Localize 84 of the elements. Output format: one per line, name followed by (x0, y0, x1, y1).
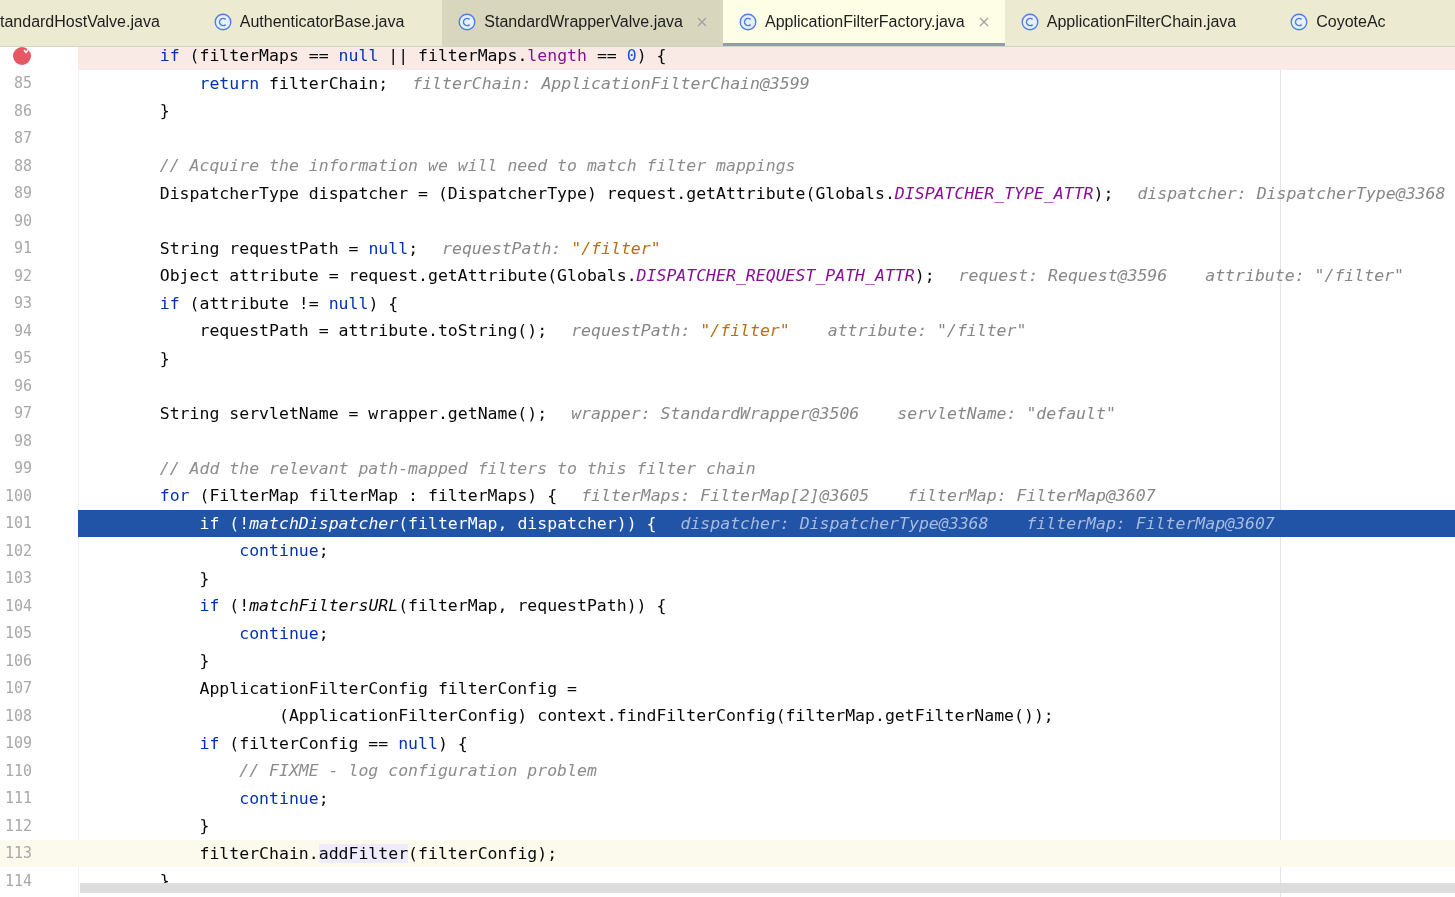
close-icon[interactable] (697, 16, 707, 27)
line-number: 93 (13, 294, 32, 313)
code-line: if (!matchDispatcher(filterMap, dispatcher)) { (199, 513, 657, 533)
inline-value-hint: servletName: "default" (897, 403, 1116, 423)
class-icon (739, 12, 757, 31)
line-number: 105 (4, 624, 32, 643)
breakpoint-icon[interactable] (12, 47, 32, 66)
code-line: // Add the relevant path-mapped filters to this filter chain (159, 458, 756, 478)
line-number: 88 (13, 156, 32, 175)
code-line: // Acquire the information we will need to match filter mappings (159, 156, 796, 176)
code-line: requestPath = attribute.toString(); (199, 321, 548, 341)
horizontal-scrollbar[interactable] (80, 883, 1455, 893)
line-number: 106 (4, 651, 32, 670)
code-line: } (199, 651, 210, 671)
code-line: continue; (239, 623, 329, 643)
inline-value-hint: requestPath: "/filter" (571, 321, 790, 341)
line-number: 109 (4, 734, 32, 753)
code-line: if (filterMaps == null || filterMaps.length == 0) { (159, 47, 667, 66)
inline-value-hint: filterMaps: FilterMap[2]@3605 (581, 486, 870, 506)
line-number: 95 (13, 349, 32, 368)
line-number: 90 (13, 211, 32, 230)
code-line: ApplicationFilterConfig filterConfig = (199, 678, 577, 698)
line-number: 85 (13, 74, 32, 93)
line-number: 101 (4, 514, 32, 533)
inline-value-hint: dispatcher: DispatcherType@3368 (1137, 183, 1446, 203)
code-line: if (filterConfig == null) { (199, 733, 468, 753)
editor-tab[interactable]: StandardWrapperValve.java (442, 0, 723, 46)
code-line: return filterChain; (199, 73, 389, 93)
line-number: 86 (13, 101, 32, 120)
line-number: 111 (4, 789, 32, 808)
line-number: 87 (13, 129, 32, 148)
inline-value-hint: filterMap: FilterMap@3607 (907, 486, 1156, 506)
code-line: // FIXME - log configuration problem (239, 761, 597, 781)
line-number: 102 (4, 541, 32, 560)
inline-value-hint: wrapper: StandardWrapper@3506 (571, 403, 860, 423)
code-line: } (199, 816, 210, 836)
code-line: Object attribute = request.getAttribute(Globals.DISPATCHER_REQUEST_PATH_ATTR); (159, 266, 935, 286)
class-icon (458, 12, 477, 31)
line-number: 110 (4, 761, 32, 780)
code-line: (ApplicationFilterConfig) context.findFilterConfig(filterMap.getFilterName()); (278, 706, 1054, 726)
line-number: 94 (13, 321, 32, 340)
inline-value-hint: dispatcher: DispatcherType@3368 (680, 513, 989, 533)
line-number: 100 (4, 486, 32, 505)
code-line: filterChain.addFilter(filterConfig); (199, 843, 558, 863)
line-number: 103 (4, 569, 32, 588)
line-number: 113 (4, 844, 32, 863)
code-line: if (attribute != null) { (159, 293, 399, 313)
class-icon (1020, 12, 1039, 31)
inline-value-hint: attribute: "/filter" (827, 321, 1027, 341)
line-number: 98 (13, 431, 32, 450)
inline-value-hint: filterMap: FilterMap@3607 (1026, 513, 1275, 533)
class-icon (1290, 12, 1309, 31)
inline-value-hint: attribute: "/filter" (1205, 266, 1404, 286)
close-icon[interactable] (978, 16, 989, 27)
line-number: 89 (13, 184, 32, 203)
code-line: } (159, 101, 170, 121)
inline-value-hint: request: Request@3596 (958, 266, 1168, 286)
editor-tab[interactable]: CoyoteAc (1274, 0, 1424, 46)
code-line: if (!matchFiltersURL(filterMap, requestPath)) { (199, 596, 667, 616)
line-number: 112 (4, 816, 32, 835)
code-line: for (FilterMap filterMap : filterMaps) { (159, 486, 558, 506)
code-line: continue; (239, 788, 329, 808)
line-number: 96 (13, 376, 32, 395)
code-line: String servletName = wrapper.getName(); (159, 403, 548, 423)
inline-value-hint: requestPath: "/filter" (442, 238, 661, 258)
editor-tab[interactable]: ApplicationFilterFactory.java (723, 0, 1005, 46)
line-number: 92 (13, 266, 32, 285)
editor-tab[interactable]: AuthenticatorBase.java (197, 0, 443, 46)
line-number: 114 (4, 871, 32, 890)
inline-value-hint: filterChain: ApplicationFilterChain@3599 (412, 73, 810, 93)
line-number: 107 (4, 679, 32, 698)
line-number: 97 (13, 404, 32, 423)
code-line: } (159, 348, 170, 368)
editor-tab[interactable]: tandardHostValve.java (0, 0, 198, 46)
code-line: DispatcherType dispatcher = (DispatcherType) request.getAttribute(Globals.DISPATCHER_TYPE_ATTR); (159, 183, 1114, 203)
line-number: 104 (4, 596, 32, 615)
line-number: 99 (13, 459, 32, 478)
code-line: String requestPath = null; (159, 238, 419, 258)
code-line: continue; (239, 541, 329, 561)
code-line: } (199, 568, 210, 588)
class-icon (213, 12, 232, 31)
line-number: 108 (4, 706, 32, 725)
editor-tab[interactable]: ApplicationFilterChain.java (1004, 0, 1275, 46)
line-number: 91 (13, 239, 32, 258)
